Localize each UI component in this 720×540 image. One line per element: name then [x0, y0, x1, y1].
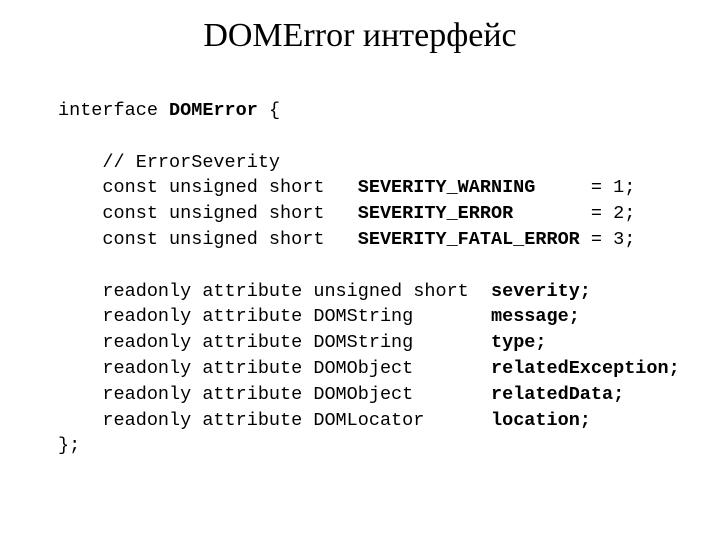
code-segment: };: [58, 435, 81, 457]
code-segment: SEVERITY_FATAL_ERROR: [357, 228, 580, 250]
code-line-attr-relatedexception: readonly attribute DOMObject relatedExce…: [58, 356, 680, 382]
code-line-blank-1: [58, 124, 680, 150]
code-segment: const unsigned short: [58, 203, 358, 225]
code-line-attr-type: readonly attribute DOMString type;: [58, 330, 680, 356]
code-segment: {: [257, 100, 281, 121]
code-line-attr-severity: readonly attribute unsigned short severi…: [58, 279, 680, 305]
code-segment: readonly attribute unsigned short: [58, 280, 491, 302]
code-segment: relatedData;: [490, 383, 625, 405]
code-segment: SEVERITY_ERROR: [357, 203, 514, 225]
code-segment: DOMError: [169, 100, 258, 121]
code-segment: location;: [490, 409, 591, 431]
code-line-comment-errorseverity: // ErrorSeverity: [58, 150, 680, 176]
slide: DOMError интерфейс interface DOMError { …: [0, 0, 720, 540]
code-segment: readonly attribute DOMObject: [58, 383, 491, 405]
code-segment: = 2;: [513, 203, 636, 225]
code-line-interface-decl: interface DOMError {: [58, 98, 680, 124]
code-segment: readonly attribute DOMObject: [58, 357, 491, 379]
code-segment: const unsigned short: [58, 228, 358, 250]
code-line-const-severity-warning: const unsigned short SEVERITY_WARNING = …: [58, 175, 680, 201]
idl-code-block: interface DOMError { // ErrorSeverity co…: [58, 98, 680, 459]
code-line-attr-relateddata: readonly attribute DOMObject relatedData…: [58, 382, 680, 408]
code-segment: relatedException;: [490, 357, 680, 379]
code-line-const-severity-error: const unsigned short SEVERITY_ERROR = 2;: [58, 201, 680, 227]
code-segment: interface: [58, 100, 170, 121]
code-segment: readonly attribute DOMLocator: [58, 409, 491, 431]
code-line-attr-message: readonly attribute DOMString message;: [58, 304, 680, 330]
code-segment: type;: [490, 332, 547, 354]
code-segment: const unsigned short: [58, 177, 358, 199]
code-segment: = 3;: [579, 228, 636, 250]
code-segment: severity;: [490, 280, 591, 302]
code-line-blank-2: [58, 253, 680, 279]
code-segment: readonly attribute DOMString: [58, 332, 491, 354]
code-segment: = 1;: [535, 177, 636, 199]
page-title: DOMError интерфейс: [203, 17, 517, 54]
code-line-const-severity-fatal-error: const unsigned short SEVERITY_FATAL_ERRO…: [58, 227, 680, 253]
code-segment: message;: [490, 306, 580, 328]
code-line-interface-close: };: [58, 433, 680, 459]
code-segment: readonly attribute DOMString: [58, 306, 491, 328]
code-line-attr-location: readonly attribute DOMLocator location;: [58, 408, 680, 434]
code-segment: // ErrorSeverity: [58, 151, 281, 173]
code-segment: SEVERITY_WARNING: [357, 177, 536, 199]
